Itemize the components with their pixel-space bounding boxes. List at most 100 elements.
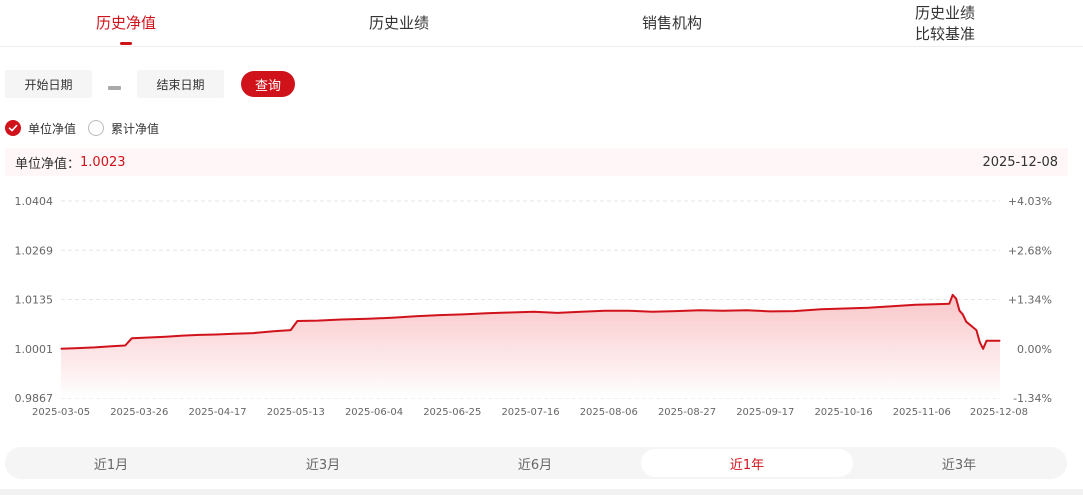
data-point bbox=[367, 318, 369, 320]
data-point bbox=[975, 329, 978, 331]
data-point bbox=[955, 298, 957, 300]
data-point bbox=[651, 311, 653, 313]
range-3m[interactable]: 近3月 bbox=[217, 449, 429, 477]
x-tick-label: 2025-04-17 bbox=[188, 407, 246, 418]
tab-history-nav[interactable]: 历史净值 bbox=[86, 0, 166, 47]
data-point bbox=[867, 307, 869, 309]
data-point bbox=[948, 303, 950, 305]
y-tick-label: 1.0001 bbox=[15, 343, 54, 356]
nav-info-value: 1.0023 bbox=[80, 154, 126, 170]
x-tick-label: 2025-11-06 bbox=[893, 407, 951, 418]
data-point bbox=[60, 348, 62, 350]
tab-benchmark-label: 历史业绩 比较基准 bbox=[914, 3, 975, 43]
data-point bbox=[182, 335, 184, 337]
x-tick-label: 2025-10-16 bbox=[814, 407, 872, 418]
y2-tick-label: +4.03% bbox=[1008, 195, 1052, 208]
x-tick-label: 2025-06-25 bbox=[423, 407, 481, 418]
range-1y[interactable]: 近1年 bbox=[641, 449, 853, 477]
data-point bbox=[952, 294, 954, 296]
y-tick-label: 1.0269 bbox=[15, 244, 54, 257]
data-point bbox=[675, 310, 677, 312]
end-date-field[interactable]: 结束日期 bbox=[137, 70, 224, 98]
x-tick-label: 2025-08-06 bbox=[580, 407, 638, 418]
data-point bbox=[148, 336, 150, 339]
data-point bbox=[746, 309, 748, 311]
tab-benchmark[interactable]: 历史业绩 比较基准 bbox=[900, 0, 990, 47]
tab-sales-agencies-label: 销售机构 bbox=[641, 14, 702, 32]
data-point bbox=[124, 344, 126, 347]
y-tick-label: 1.0404 bbox=[15, 195, 54, 208]
y-axis: 1.0404 1.0269 1.0135 1.0001 0.9867 bbox=[15, 195, 54, 405]
nav-tabs: 历史净值 历史业绩 销售机构 历史业绩 比较基准 bbox=[0, 0, 1083, 47]
nav-info-bar: 单位净值： 1.0023 2025-12-08 bbox=[5, 148, 1068, 176]
data-point bbox=[962, 313, 964, 315]
data-point bbox=[438, 314, 440, 316]
radio-unchecked-icon bbox=[88, 120, 105, 136]
x-tick-label: 2025-08-27 bbox=[658, 407, 716, 418]
data-point bbox=[317, 320, 319, 322]
nav-type-selector: 单位净值 累计净值 bbox=[5, 119, 171, 137]
x-tick-label: 2025-06-04 bbox=[345, 407, 403, 418]
data-point bbox=[415, 315, 417, 317]
data-point bbox=[891, 305, 893, 307]
data-point bbox=[999, 340, 1001, 342]
data-point bbox=[131, 337, 133, 339]
x-tick-label: 2025-05-13 bbox=[267, 407, 325, 418]
data-point bbox=[533, 311, 535, 313]
x-tick-label: 2025-09-17 bbox=[736, 407, 794, 418]
end-date-placeholder: 结束日期 bbox=[156, 77, 205, 92]
data-point bbox=[462, 313, 464, 315]
nav-chart[interactable]: 1.0404 1.0269 1.0135 1.0001 0.9867 +4.03% +2.… bbox=[0, 180, 1083, 425]
range-1m[interactable]: 近1月 bbox=[5, 449, 217, 477]
tab-sales-agencies[interactable]: 销售机构 bbox=[632, 0, 712, 47]
x-tick-label: 2025-03-05 bbox=[32, 407, 90, 418]
y2-tick-label: -1.34% bbox=[1013, 392, 1052, 405]
data-point bbox=[627, 310, 630, 312]
data-point bbox=[979, 341, 981, 343]
x-axis: 2025-03-05 2025-03-26 2025-04-17 2025-05-13… bbox=[32, 407, 1028, 418]
nav-info: 单位净值： 1.0023 bbox=[15, 153, 126, 172]
nav-info-label: 单位净值： bbox=[15, 156, 81, 172]
data-point bbox=[509, 311, 511, 314]
data-point bbox=[296, 320, 298, 322]
data-point bbox=[820, 308, 822, 310]
data-point bbox=[290, 329, 292, 331]
data-point bbox=[556, 312, 559, 314]
nav-area-fill bbox=[61, 294, 1000, 398]
data-point bbox=[604, 310, 606, 312]
tab-history-performance[interactable]: 历史业绩 bbox=[359, 0, 439, 47]
y2-tick-label: +2.68% bbox=[1008, 244, 1052, 257]
range-6m[interactable]: 近6月 bbox=[429, 449, 641, 477]
start-date-placeholder: 开始日期 bbox=[24, 77, 73, 92]
data-point bbox=[989, 340, 991, 342]
radio-cumulative-nav[interactable]: 累计净值 bbox=[88, 120, 159, 137]
data-point bbox=[722, 310, 724, 312]
nav-info-date: 2025-12-08 bbox=[982, 154, 1058, 170]
data-point bbox=[94, 346, 96, 348]
data-point bbox=[938, 303, 940, 305]
start-date-field[interactable]: 开始日期 bbox=[5, 70, 92, 98]
data-point bbox=[915, 304, 917, 306]
radio-unit-nav-label: 单位净值 bbox=[28, 121, 77, 136]
x-tick-label: 2025-03-26 bbox=[110, 407, 168, 418]
data-point bbox=[793, 310, 795, 312]
radio-unit-nav[interactable]: 单位净值 bbox=[5, 120, 76, 137]
data-point bbox=[844, 307, 846, 310]
y-tick-label: 1.0135 bbox=[15, 294, 54, 307]
data-point bbox=[769, 310, 771, 312]
data-point bbox=[111, 345, 113, 347]
range-3y[interactable]: 近3年 bbox=[853, 449, 1065, 477]
radio-checked-icon bbox=[5, 120, 21, 136]
x-tick-label: 2025-07-16 bbox=[501, 407, 559, 418]
query-button[interactable]: 查询 bbox=[241, 71, 295, 97]
data-point bbox=[252, 332, 255, 334]
data-point bbox=[165, 336, 167, 338]
data-point bbox=[985, 340, 988, 342]
data-point bbox=[580, 311, 582, 313]
x-tick-label: 2025-12-08 bbox=[970, 407, 1028, 418]
date-range-separator bbox=[108, 86, 121, 90]
y2-tick-label: +1.34% bbox=[1008, 294, 1052, 307]
data-point bbox=[77, 347, 79, 349]
data-point bbox=[958, 310, 961, 312]
tab-history-performance-label: 历史业绩 bbox=[368, 14, 429, 32]
